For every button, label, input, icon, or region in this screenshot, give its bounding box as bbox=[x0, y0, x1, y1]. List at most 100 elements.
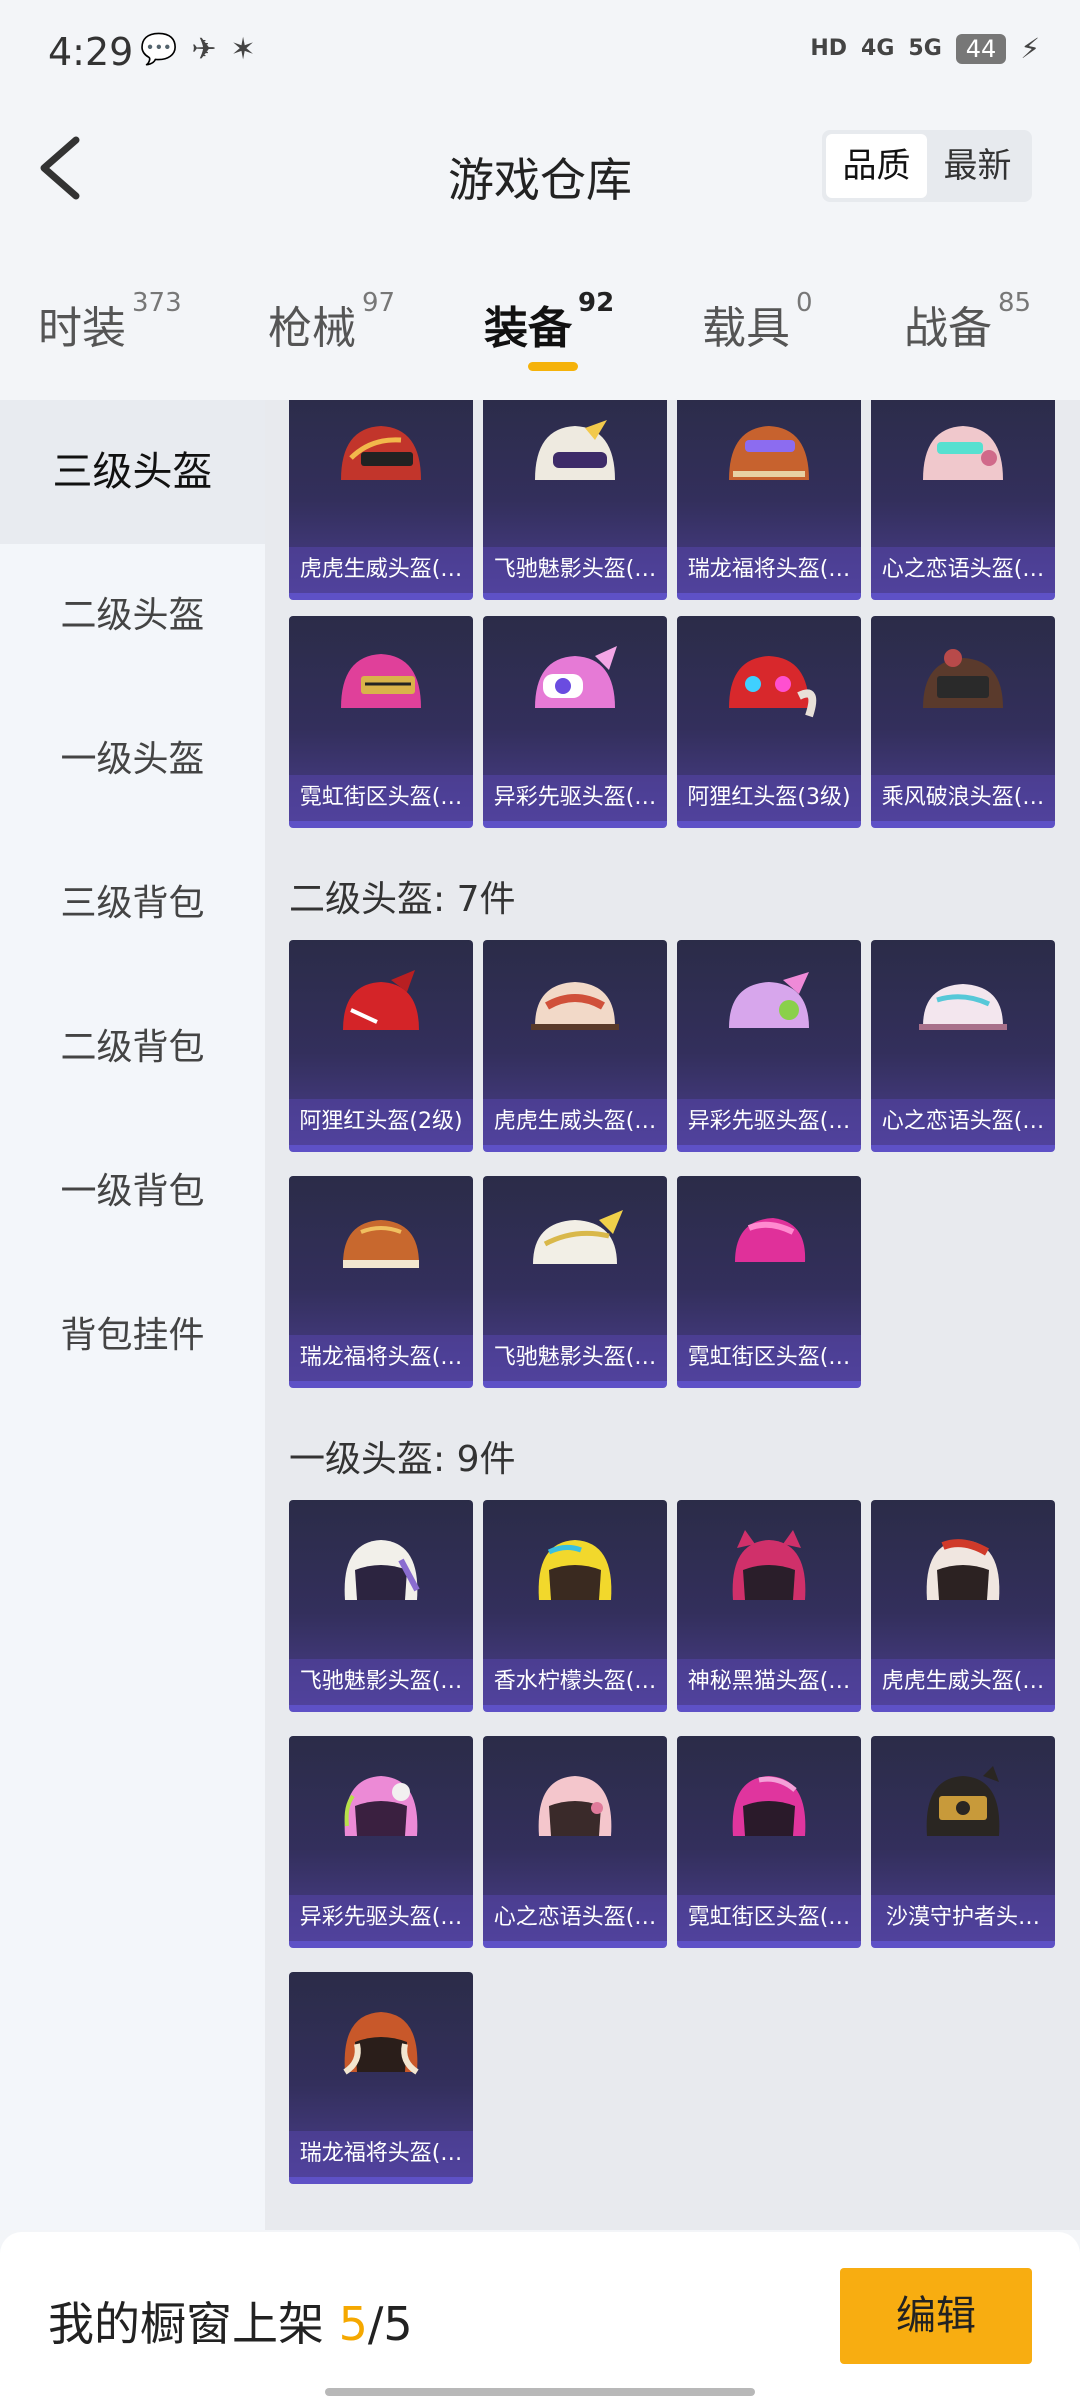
tab-label: 载具 bbox=[702, 303, 790, 354]
game-notification-icon: ✈ bbox=[191, 32, 217, 67]
helmet-icon bbox=[343, 970, 419, 1030]
item-name: 阿狸红头盔(2级) bbox=[289, 1099, 473, 1145]
item-card[interactable]: 飞驰魅影头盔(… bbox=[483, 400, 667, 600]
item-name: 霓虹街区头盔(… bbox=[677, 1895, 861, 1941]
item-name: 霓虹街区头盔(… bbox=[289, 775, 473, 821]
chat-icon: 💬 bbox=[140, 32, 178, 67]
tab-weapons[interactable]: 枪械 97 bbox=[268, 288, 395, 356]
sort-by-quality[interactable]: 品质 bbox=[826, 134, 927, 198]
item-card[interactable]: 瑞龙福将头盔(… bbox=[289, 1972, 473, 2184]
tab-vehicles[interactable]: 载具 0 bbox=[702, 288, 813, 356]
item-name: 异彩先驱头盔(… bbox=[289, 1895, 473, 1941]
app-notification-icon: ✶ bbox=[230, 32, 256, 67]
item-name: 异彩先驱头盔(… bbox=[677, 1099, 861, 1145]
status-bar: 4:29 💬 ✈ ✶ HD 4G 5G 44 ⚡ bbox=[0, 0, 1080, 100]
edit-button[interactable]: 编辑 bbox=[840, 2268, 1032, 2364]
tab-count: 0 bbox=[796, 288, 813, 318]
showcase-total-count: 5 bbox=[383, 2297, 413, 2351]
item-name: 香水柠檬头盔(… bbox=[483, 1659, 667, 1705]
helmet-icon bbox=[729, 426, 809, 480]
tab-label: 枪械 bbox=[268, 303, 356, 354]
showcase-status: 我的橱窗上架 5/5 bbox=[48, 2288, 413, 2354]
item-card[interactable]: 瑞龙福将头盔(… bbox=[677, 400, 861, 600]
item-card[interactable]: 香水柠檬头盔(… bbox=[483, 1500, 667, 1712]
item-name: 心之恋语头盔(… bbox=[871, 547, 1055, 593]
helmet-icon bbox=[341, 654, 421, 708]
helmet-icon bbox=[926, 1766, 1000, 1836]
helmet-icon bbox=[344, 1776, 418, 1836]
sidebar-item-level2-backpack[interactable]: 二级背包 bbox=[0, 976, 265, 1120]
sidebar-item-level3-backpack[interactable]: 三级背包 bbox=[0, 832, 265, 976]
active-tab-indicator bbox=[528, 362, 578, 371]
item-card[interactable]: 神秘黑猫头盔(… bbox=[677, 1500, 861, 1712]
sidebar-item-backpack-pendant[interactable]: 背包挂件 bbox=[0, 1264, 265, 1408]
item-card[interactable]: 虎虎生威头盔(… bbox=[871, 1500, 1055, 1712]
tab-equipment[interactable]: 装备 92 bbox=[484, 288, 614, 356]
sidebar-item-level2-helmet[interactable]: 二级头盔 bbox=[0, 544, 265, 688]
tab-count: 97 bbox=[362, 288, 396, 318]
helmet-icon bbox=[533, 1210, 623, 1264]
showcase-prefix: 我的橱窗上架 bbox=[48, 2297, 339, 2351]
helmet-icon bbox=[535, 420, 615, 480]
item-card[interactable]: 虎虎生威头盔(… bbox=[483, 940, 667, 1152]
home-indicator[interactable] bbox=[325, 2388, 755, 2396]
item-grid: 虎虎生威头盔(… 飞驰魅影头盔(… 瑞龙福将头盔(… 心之恋语头盔(… 霓虹街区… bbox=[265, 400, 1080, 2230]
sidebar-item-level1-backpack[interactable]: 一级背包 bbox=[0, 1120, 265, 1264]
tab-fashion[interactable]: 时装 373 bbox=[38, 288, 182, 356]
item-name: 神秘黑猫头盔(… bbox=[677, 1659, 861, 1705]
item-card[interactable]: 虎虎生威头盔(… bbox=[289, 400, 473, 600]
status-time: 4:29 bbox=[48, 30, 134, 74]
signal-4g-icon: 4G bbox=[861, 36, 895, 61]
header: 游戏仓库 品质 最新 bbox=[0, 100, 1080, 240]
section-title-level1: 一级头盔: 9件 bbox=[289, 1439, 516, 1480]
item-card[interactable]: 霓虹街区头盔(… bbox=[289, 616, 473, 828]
showcase-separator: / bbox=[367, 2297, 384, 2351]
item-card[interactable]: 心之恋语头盔(… bbox=[871, 400, 1055, 600]
item-card[interactable]: 异彩先驱头盔(… bbox=[677, 940, 861, 1152]
hd-icon: HD bbox=[810, 36, 848, 61]
item-name: 飞驰魅影头盔(… bbox=[483, 547, 667, 593]
item-card[interactable]: 飞驰魅影头盔(… bbox=[289, 1500, 473, 1712]
charging-icon: ⚡ bbox=[1020, 32, 1040, 65]
tab-label: 战备 bbox=[904, 303, 992, 354]
helmet-icon bbox=[343, 2012, 419, 2075]
item-card[interactable]: 乘风破浪头盔(… bbox=[871, 616, 1055, 828]
tab-supplies[interactable]: 战备 85 bbox=[904, 288, 1031, 356]
helmet-icon bbox=[919, 984, 1007, 1030]
item-card[interactable]: 异彩先驱头盔(… bbox=[483, 616, 667, 828]
helmet-icon bbox=[923, 649, 1003, 708]
helmet-icon bbox=[344, 1540, 420, 1600]
helmet-icon bbox=[732, 1776, 806, 1836]
helmet-icon bbox=[923, 426, 1003, 480]
item-card[interactable]: 沙漠守护者头… bbox=[871, 1736, 1055, 1948]
item-name: 瑞龙福将头盔(… bbox=[677, 547, 861, 593]
battery-icon: 44 bbox=[955, 33, 1007, 64]
tab-label: 时装 bbox=[38, 303, 126, 354]
item-card[interactable]: 阿狸红头盔(3级) bbox=[677, 616, 861, 828]
item-card[interactable]: 飞驰魅影头盔(… bbox=[483, 1176, 667, 1388]
tab-count: 85 bbox=[998, 288, 1032, 318]
helmet-icon bbox=[538, 1776, 612, 1836]
tab-count: 373 bbox=[132, 288, 182, 318]
helmet-icon bbox=[729, 656, 817, 718]
sidebar-item-level3-helmet[interactable]: 三级头盔 bbox=[0, 400, 265, 544]
item-card[interactable]: 阿狸红头盔(2级) bbox=[289, 940, 473, 1152]
item-name: 心之恋语头盔(… bbox=[871, 1099, 1055, 1145]
sidebar: 三级头盔 二级头盔 一级头盔 三级背包 二级背包 一级背包 背包挂件 bbox=[0, 400, 265, 2230]
item-card[interactable]: 异彩先驱头盔(… bbox=[289, 1736, 473, 1948]
sidebar-item-level1-helmet[interactable]: 一级头盔 bbox=[0, 688, 265, 832]
helmet-icon bbox=[341, 426, 421, 480]
showcase-current-count: 5 bbox=[338, 2297, 368, 2351]
category-tabs: 时装 373 枪械 97 装备 92 载具 0 战备 85 bbox=[0, 270, 1080, 380]
item-card[interactable]: 心之恋语头盔(… bbox=[483, 1736, 667, 1948]
sort-by-newest[interactable]: 最新 bbox=[927, 134, 1028, 198]
helmet-icon bbox=[343, 1220, 419, 1268]
item-name: 异彩先驱头盔(… bbox=[483, 775, 667, 821]
helmet-icon bbox=[729, 972, 809, 1028]
item-card[interactable]: 瑞龙福将头盔(… bbox=[289, 1176, 473, 1388]
item-card[interactable]: 霓虹街区头盔(… bbox=[677, 1736, 861, 1948]
item-name: 虎虎生威头盔(… bbox=[289, 547, 473, 593]
item-card[interactable]: 心之恋语头盔(… bbox=[871, 940, 1055, 1152]
tab-label: 装备 bbox=[484, 303, 572, 354]
item-card[interactable]: 霓虹街区头盔(… bbox=[677, 1176, 861, 1388]
